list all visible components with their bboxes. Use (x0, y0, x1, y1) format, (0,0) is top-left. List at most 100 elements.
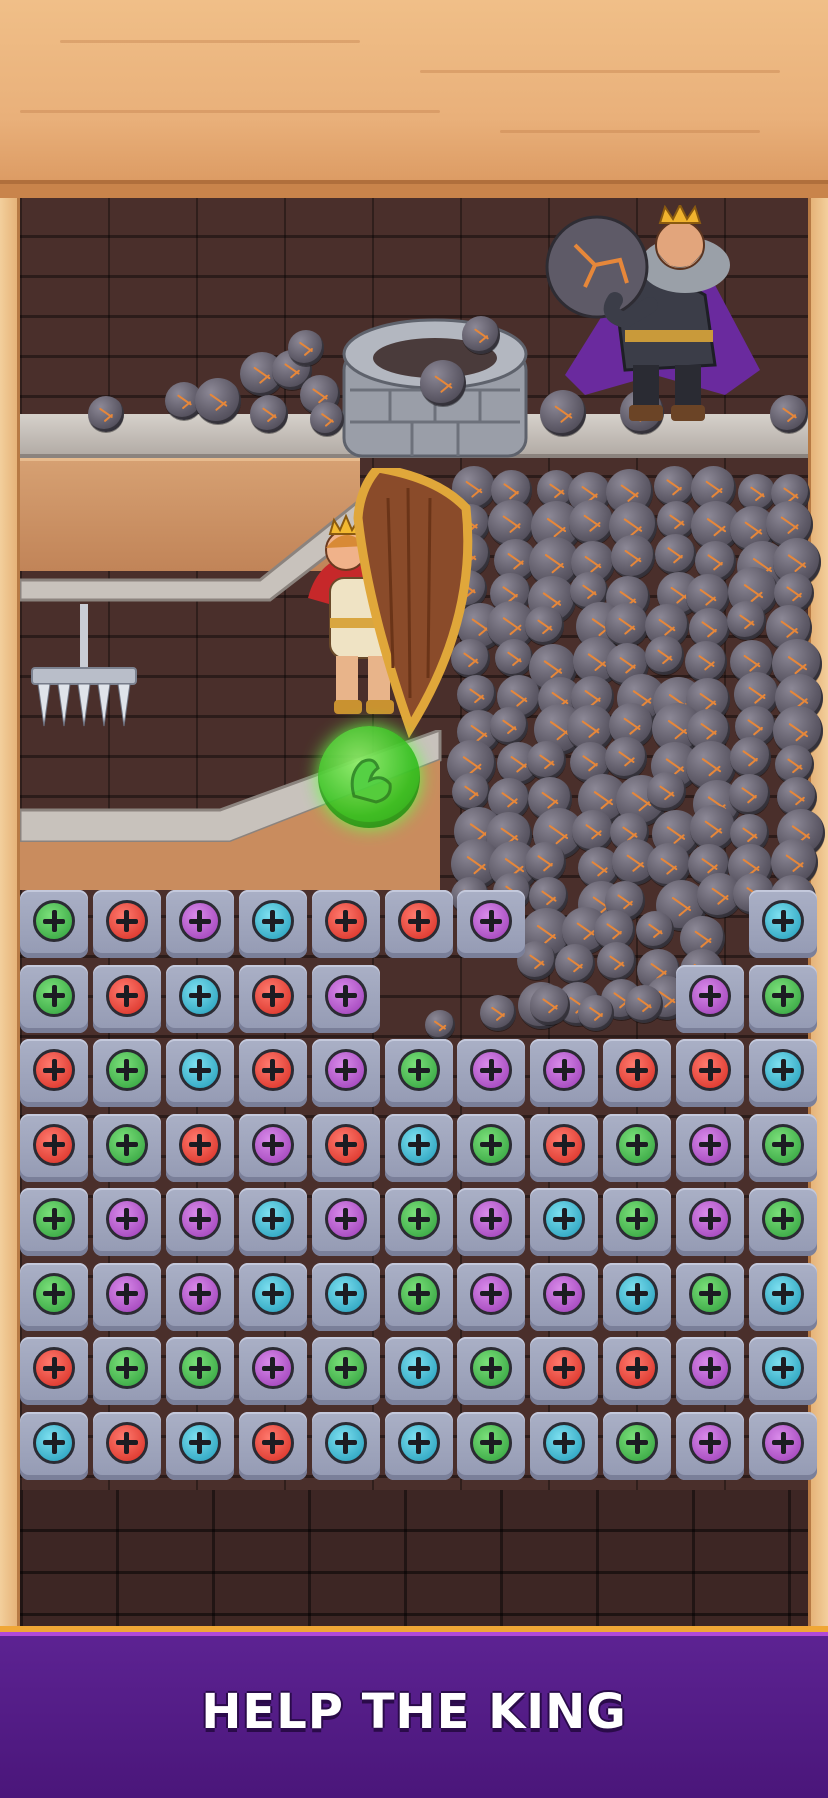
screw-tile[interactable] (311, 1113, 380, 1182)
screw-tile[interactable] (676, 1188, 745, 1256)
screw-tile[interactable] (457, 1337, 526, 1405)
green-screw-icon[interactable] (689, 1272, 732, 1315)
green-screw-icon[interactable] (105, 1123, 148, 1166)
purple-screw-icon[interactable] (543, 1272, 586, 1315)
cyan-screw-icon[interactable] (762, 1272, 804, 1315)
screw-tile[interactable] (311, 1188, 380, 1256)
green-screw-icon[interactable] (178, 1347, 221, 1389)
green-screw-icon[interactable] (105, 1347, 148, 1389)
purple-screw-icon[interactable] (105, 1198, 148, 1240)
cyan-screw-icon[interactable] (33, 1421, 75, 1464)
screw-tile[interactable] (238, 1188, 307, 1256)
screw-tile[interactable] (311, 1262, 380, 1331)
screw-tile[interactable] (311, 964, 380, 1033)
screw-tile[interactable] (165, 964, 234, 1033)
screw-tile[interactable] (530, 1039, 599, 1107)
screw-tile[interactable] (92, 1411, 161, 1480)
screw-tile[interactable] (92, 964, 161, 1033)
screw-tile[interactable] (92, 1039, 161, 1107)
screw-tile[interactable] (749, 1188, 817, 1256)
screw-tile[interactable] (749, 1113, 817, 1182)
green-screw-icon[interactable] (397, 1049, 440, 1091)
screw-tile[interactable] (603, 1411, 672, 1480)
purple-screw-icon[interactable] (470, 900, 513, 942)
green-screw-icon[interactable] (616, 1421, 659, 1464)
screw-tile[interactable] (457, 1039, 526, 1107)
screw-tile[interactable] (384, 1262, 453, 1331)
green-screw-icon[interactable] (470, 1347, 513, 1389)
screw-tile[interactable] (603, 1113, 672, 1182)
cyan-screw-icon[interactable] (178, 1421, 221, 1464)
red-screw-icon[interactable] (543, 1123, 586, 1166)
green-screw-icon[interactable] (762, 1123, 804, 1166)
purple-screw-icon[interactable] (689, 1347, 732, 1389)
purple-screw-icon[interactable] (470, 1198, 513, 1240)
screw-tile[interactable] (457, 1411, 526, 1480)
red-screw-icon[interactable] (397, 900, 440, 942)
red-screw-icon[interactable] (251, 974, 294, 1017)
green-screw-icon[interactable] (33, 974, 75, 1017)
screw-tile[interactable] (749, 1039, 817, 1107)
screw-tile[interactable] (384, 1411, 453, 1480)
screw-tile[interactable] (20, 890, 88, 958)
screw-tile[interactable] (165, 1039, 234, 1107)
purple-screw-icon[interactable] (324, 974, 367, 1017)
screw-tile[interactable] (20, 1113, 88, 1182)
screw-tile[interactable] (92, 1262, 161, 1331)
red-screw-icon[interactable] (251, 1049, 294, 1091)
screw-tile[interactable] (238, 890, 307, 958)
cyan-screw-icon[interactable] (324, 1272, 367, 1315)
screw-tile[interactable] (676, 964, 745, 1033)
screw-tile[interactable] (238, 964, 307, 1033)
screw-tile[interactable] (92, 1188, 161, 1256)
green-screw-icon[interactable] (616, 1123, 659, 1166)
purple-screw-icon[interactable] (324, 1198, 367, 1240)
purple-screw-icon[interactable] (251, 1347, 294, 1389)
screw-tile[interactable] (676, 1337, 745, 1405)
screw-tile[interactable] (603, 1039, 672, 1107)
screw-tile[interactable] (238, 1113, 307, 1182)
screw-tile[interactable] (457, 1188, 526, 1256)
purple-screw-icon[interactable] (470, 1272, 513, 1315)
red-screw-icon[interactable] (105, 900, 148, 942)
green-screw-icon[interactable] (105, 1049, 148, 1091)
purple-screw-icon[interactable] (324, 1049, 367, 1091)
green-screw-icon[interactable] (33, 900, 75, 942)
screw-tile[interactable] (165, 1262, 234, 1331)
screw-tile[interactable] (238, 1039, 307, 1107)
screw-tile[interactable] (384, 1113, 453, 1182)
cyan-screw-icon[interactable] (397, 1123, 440, 1166)
screw-tile[interactable] (238, 1411, 307, 1480)
screw-tile[interactable] (457, 1262, 526, 1331)
purple-screw-icon[interactable] (762, 1421, 804, 1464)
cyan-screw-icon[interactable] (251, 1198, 294, 1240)
purple-screw-icon[interactable] (251, 1123, 294, 1166)
cyan-screw-icon[interactable] (397, 1347, 440, 1389)
green-screw-icon[interactable] (33, 1198, 75, 1240)
screw-tile[interactable] (457, 1113, 526, 1182)
screw-tile[interactable] (530, 1262, 599, 1331)
screw-tile[interactable] (311, 1411, 380, 1480)
purple-screw-icon[interactable] (178, 900, 221, 942)
cyan-screw-icon[interactable] (178, 974, 221, 1017)
screw-tile[interactable] (165, 890, 234, 958)
red-screw-icon[interactable] (324, 1123, 367, 1166)
red-screw-icon[interactable] (616, 1347, 659, 1389)
screw-tile[interactable] (165, 1113, 234, 1182)
red-screw-icon[interactable] (251, 1421, 294, 1464)
screw-tile[interactable] (238, 1262, 307, 1331)
green-screw-icon[interactable] (470, 1421, 513, 1464)
screw-tile[interactable] (749, 964, 817, 1033)
screw-tile[interactable] (530, 1113, 599, 1182)
red-screw-icon[interactable] (33, 1347, 75, 1389)
screw-tile[interactable] (749, 1337, 817, 1405)
green-screw-icon[interactable] (616, 1198, 659, 1240)
screw-tile[interactable] (384, 1337, 453, 1405)
green-screw-icon[interactable] (397, 1272, 440, 1315)
cyan-screw-icon[interactable] (616, 1272, 659, 1315)
screw-tile[interactable] (20, 964, 88, 1033)
green-screw-icon[interactable] (470, 1123, 513, 1166)
cyan-screw-icon[interactable] (397, 1421, 440, 1464)
screw-tile[interactable] (457, 890, 526, 958)
red-screw-icon[interactable] (105, 1421, 148, 1464)
